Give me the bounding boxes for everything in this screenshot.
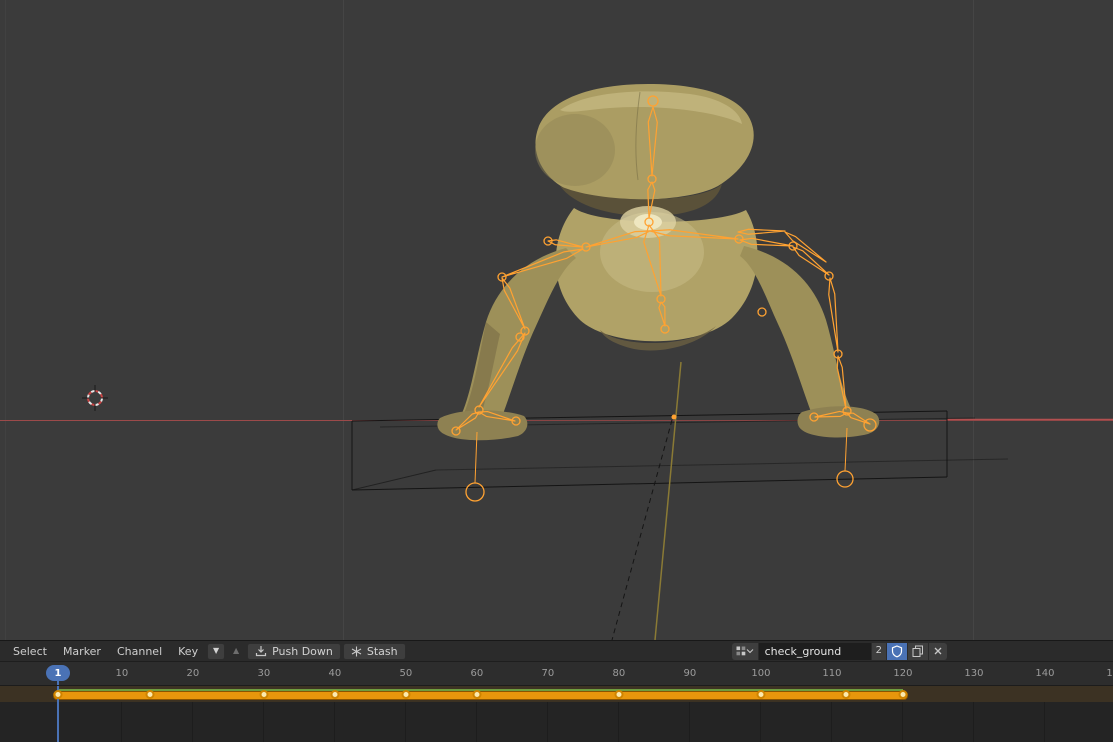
- action-name-input[interactable]: [759, 643, 871, 660]
- duplicate-action-button[interactable]: [908, 643, 928, 660]
- keyframe-dot[interactable]: [330, 690, 339, 699]
- shield-icon: [891, 645, 903, 658]
- frame-tick-label: 90: [684, 668, 697, 679]
- timeline-ruler[interactable]: 1 10 20 30 40 50 60 70 80 90 100 110 120 130 140 150: [0, 662, 1113, 686]
- close-icon: [933, 646, 943, 656]
- unlink-action-button[interactable]: [929, 643, 947, 660]
- fake-user-shield-toggle[interactable]: [887, 643, 907, 660]
- chevron-down-icon: [746, 648, 754, 654]
- relationship-lines: [612, 362, 681, 640]
- keyframe-dot[interactable]: [401, 690, 410, 699]
- stash-button[interactable]: Stash: [343, 643, 406, 660]
- menu-marker[interactable]: Marker: [56, 644, 108, 659]
- frame-tick-label: 110: [822, 668, 841, 679]
- push-down-button[interactable]: Push Down: [247, 643, 341, 660]
- 3d-viewport-canvas: [0, 0, 1113, 640]
- frame-tick-label: 40: [329, 668, 342, 679]
- keyframe-dot[interactable]: [842, 690, 851, 699]
- push-down-label: Push Down: [272, 646, 333, 657]
- frame-tick-label: 150: [1106, 668, 1113, 679]
- frame-tick-label: 10: [116, 668, 129, 679]
- frame-tick-label: 50: [400, 668, 413, 679]
- frame-tick-label: 120: [893, 668, 912, 679]
- stash-icon: [351, 646, 362, 657]
- current-frame-badge[interactable]: 1: [46, 665, 70, 681]
- 3d-viewport[interactable]: [0, 0, 1113, 640]
- keyframe-dot[interactable]: [259, 690, 268, 699]
- playhead-stem: [57, 681, 59, 685]
- action-editor-header: Select Marker Channel Key ▼ ▲ Push Down …: [0, 640, 1113, 662]
- dropdown-button[interactable]: ▼: [207, 643, 225, 660]
- move-up-button[interactable]: ▲: [227, 643, 245, 660]
- frame-tick-label: 140: [1035, 668, 1054, 679]
- frame-tick-label: 130: [964, 668, 983, 679]
- frame-tick-label: 60: [471, 668, 484, 679]
- browse-action-button[interactable]: [732, 643, 758, 660]
- frame-tick-label: 80: [613, 668, 626, 679]
- copy-icon: [912, 645, 924, 657]
- action-users-count-button[interactable]: 2: [872, 643, 886, 660]
- action-datablock-selector: 2: [732, 643, 947, 660]
- frame-tick-label: 70: [542, 668, 555, 679]
- x-axis-line: [0, 420, 1113, 421]
- 3d-cursor: [82, 385, 108, 411]
- frame-tick-label: 20: [187, 668, 200, 679]
- keyframe-dot[interactable]: [898, 690, 907, 699]
- keyframe-dot[interactable]: [54, 690, 63, 699]
- stash-label: Stash: [367, 646, 398, 657]
- keyframe-dot[interactable]: [146, 690, 155, 699]
- creature-model[interactable]: [437, 84, 879, 440]
- frame-tick-label: 100: [751, 668, 770, 679]
- frame-tick-label: 30: [258, 668, 271, 679]
- keyframe-dot[interactable]: [472, 690, 481, 699]
- push-down-icon: [255, 645, 267, 657]
- object-origin-dot: [672, 415, 677, 420]
- keyframe-dot[interactable]: [614, 690, 623, 699]
- action-icon: [736, 646, 746, 656]
- menu-key[interactable]: Key: [171, 644, 205, 659]
- menu-select[interactable]: Select: [6, 644, 54, 659]
- keyframe-dot[interactable]: [756, 690, 765, 699]
- dopesheet-channel-area[interactable]: [0, 686, 1113, 742]
- menu-channel[interactable]: Channel: [110, 644, 169, 659]
